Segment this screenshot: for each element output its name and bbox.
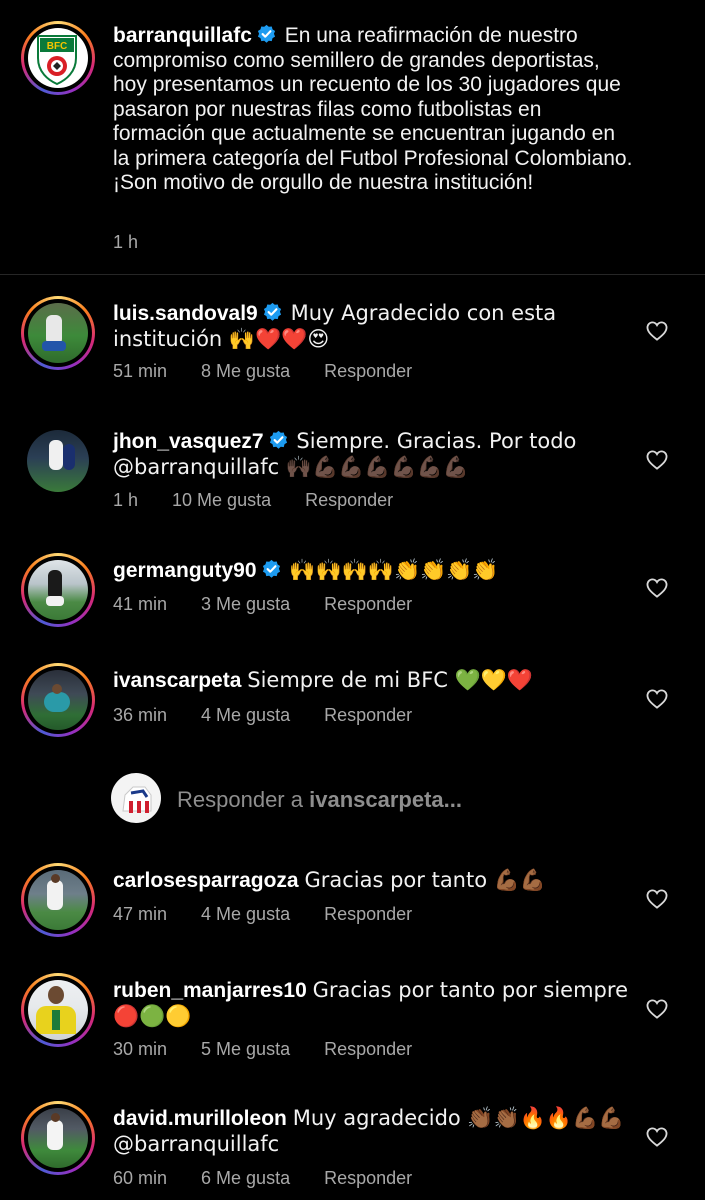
verified-badge-icon — [269, 430, 287, 449]
post-caption-text: En una reafirmación de nuestro compromis… — [113, 24, 633, 194]
comment-likes[interactable]: 10 Me gusta — [172, 490, 271, 511]
svg-text:BFC: BFC — [47, 41, 68, 52]
comment-body: carlosesparragoza Gracias por tanto 💪🏾💪🏾 — [113, 868, 633, 894]
reply-button[interactable]: Responder — [324, 361, 412, 382]
comment-avatar[interactable] — [21, 553, 95, 627]
comment-body: ivanscarpeta Siempre de mi BFC 💚💛❤️ — [113, 668, 633, 694]
comment-time: 36 min — [113, 705, 168, 725]
heart-outline-icon[interactable] — [646, 1127, 668, 1147]
comment-time: 30 min — [113, 1039, 168, 1059]
verified-badge-icon — [257, 24, 275, 43]
post-author-avatar[interactable]: BFC — [21, 21, 95, 95]
comment-meta: 1 h 10 Me gusta Responder — [113, 490, 393, 511]
comment-meta: 47 min 4 Me gusta Responder — [113, 904, 412, 925]
comment-username[interactable]: ivanscarpeta — [113, 669, 241, 692]
comment-avatar[interactable] — [21, 863, 95, 937]
comment-likes[interactable]: 4 Me gusta — [201, 705, 290, 726]
comment-likes[interactable]: 5 Me gusta — [201, 1039, 290, 1060]
comment-meta: 36 min 4 Me gusta Responder — [113, 705, 412, 726]
comment-username[interactable]: jhon_vasquez7 — [113, 430, 264, 453]
comment-username[interactable]: ruben_manjarres10 — [113, 979, 307, 1002]
comment-username[interactable]: david.murilloleon — [113, 1107, 287, 1130]
reply-input-target: ivanscarpeta... — [309, 787, 462, 812]
verified-badge-icon — [263, 302, 281, 321]
reply-input-prefix: Responder a — [177, 787, 303, 812]
comment-meta: 51 min 8 Me gusta Responder — [113, 361, 412, 382]
comment-time: 1 h — [113, 490, 139, 510]
heart-outline-icon[interactable] — [646, 321, 668, 341]
heart-outline-icon[interactable] — [646, 450, 668, 470]
reply-button[interactable]: Responder — [324, 904, 412, 925]
reply-button[interactable]: Responder — [324, 1168, 412, 1189]
caption-divider — [0, 274, 705, 275]
comment-likes[interactable]: 6 Me gusta — [201, 1168, 290, 1189]
post-meta: 1 h — [113, 232, 138, 253]
comment-time: 60 min — [113, 1168, 168, 1188]
comment-meta: 60 min 6 Me gusta Responder — [113, 1168, 412, 1189]
mascot-icon — [122, 786, 152, 813]
post-time: 1 h — [113, 232, 139, 252]
heart-outline-icon[interactable] — [646, 689, 668, 709]
comment-likes[interactable]: 4 Me gusta — [201, 904, 290, 925]
post-author-username[interactable]: barranquillafc — [113, 24, 252, 47]
comment-avatar[interactable] — [21, 296, 95, 370]
comment-text: 🙌🙌🙌🙌👏👏👏👏 — [289, 558, 499, 582]
comment-body: ruben_manjarres10 Gracias por tanto por … — [113, 978, 633, 1029]
comment-avatar[interactable] — [21, 1101, 95, 1175]
comment-username[interactable]: germanguty90 — [113, 559, 257, 582]
heart-outline-icon[interactable] — [646, 578, 668, 598]
comment-time: 51 min — [113, 361, 168, 381]
comment-username[interactable]: luis.sandoval9 — [113, 302, 258, 325]
comment-meta: 30 min 5 Me gusta Responder — [113, 1039, 412, 1060]
reply-button[interactable]: Responder — [324, 594, 412, 615]
comment-avatar[interactable] — [27, 430, 89, 492]
heart-outline-icon[interactable] — [646, 999, 668, 1019]
comment-text: Siempre de mi BFC 💚💛❤️ — [247, 668, 534, 692]
reply-input[interactable]: Responder a ivanscarpeta... — [177, 787, 462, 813]
reply-button[interactable]: Responder — [324, 1039, 412, 1060]
reply-button[interactable]: Responder — [324, 705, 412, 726]
comment-likes[interactable]: 8 Me gusta — [201, 361, 290, 382]
comment-username[interactable]: carlosesparragoza — [113, 869, 299, 892]
comment-body: luis.sandoval9 Muy Agradecido con esta i… — [113, 301, 633, 352]
comment-body: germanguty90 🙌🙌🙌🙌👏👏👏👏 — [113, 558, 633, 584]
verified-badge-icon — [262, 559, 280, 578]
heart-outline-icon[interactable] — [646, 889, 668, 909]
comment-time: 47 min — [113, 904, 168, 924]
comment-avatar[interactable] — [21, 663, 95, 737]
reply-button[interactable]: Responder — [305, 490, 393, 511]
comment-likes[interactable]: 3 Me gusta — [201, 594, 290, 615]
barranquilla-fc-logo: BFC — [37, 35, 77, 86]
comment-body: jhon_vasquez7 Siempre. Gracias. Por todo… — [113, 429, 633, 480]
comment-text: Gracias por tanto 💪🏾💪🏾 — [304, 868, 547, 892]
comment-avatar[interactable] — [21, 973, 95, 1047]
comment-meta: 41 min 3 Me gusta Responder — [113, 594, 412, 615]
post-caption: barranquillafc En una reafirmación de nu… — [113, 24, 633, 196]
current-user-avatar — [111, 773, 161, 823]
comment-body: david.murilloleon Muy agradecido 👏🏾👏🏾🔥🔥💪… — [113, 1106, 633, 1157]
comment-time: 41 min — [113, 594, 168, 614]
